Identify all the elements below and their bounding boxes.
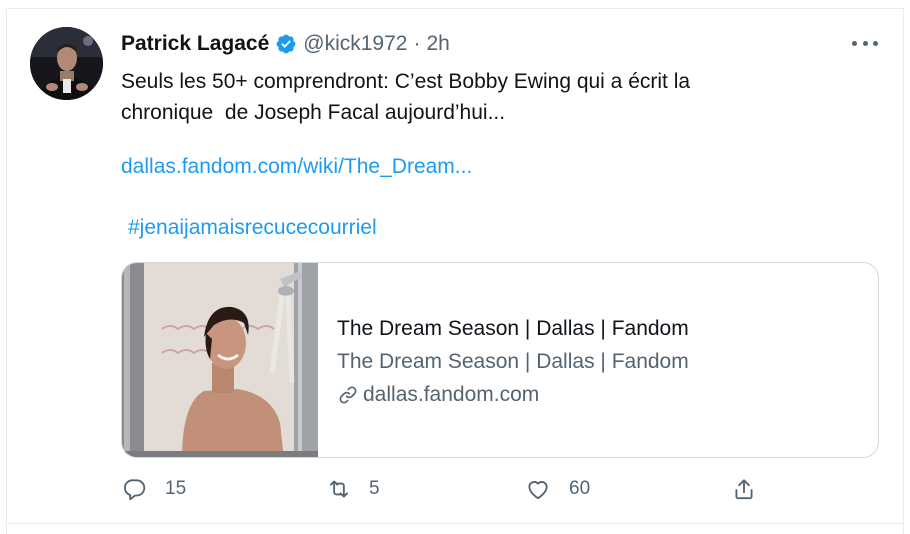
more-dot (873, 40, 878, 46)
author-name[interactable]: Patrick Lagacé (121, 32, 269, 56)
card-thumbnail (122, 263, 318, 457)
tweet-header: Patrick Lagacé @kick1972 · 2h (121, 30, 450, 58)
link-preview-card[interactable]: The Dream Season | Dallas | Fandom The D… (121, 262, 879, 458)
link-icon (339, 386, 357, 404)
card-domain: dallas.fandom.com (337, 383, 539, 407)
hashtag-link[interactable]: #jenaijamaisrecucecourriel (128, 216, 377, 240)
share-button[interactable] (731, 476, 757, 502)
separator-dot: · (413, 32, 421, 55)
action-bar: 15 5 60 (0, 476, 910, 506)
card-domain-text: dallas.fandom.com (363, 383, 540, 406)
tweet-link[interactable]: dallas.fandom.com/wiki/The_Dream... (121, 155, 472, 179)
tweet-text-line: Seuls les 50+ comprendront: C’est Bobby … (121, 70, 691, 93)
divider (6, 523, 904, 524)
reply-count: 15 (165, 478, 187, 499)
more-dot (862, 40, 868, 46)
card-description: The Dream Season | Dallas | Fandom (337, 350, 689, 373)
heart-icon (528, 481, 548, 500)
card-title: The Dream Season | Dallas | Fandom (337, 317, 689, 340)
author-handle[interactable]: @kick1972 (303, 32, 407, 56)
reply-button[interactable]: 15 (121, 476, 186, 502)
more-dot (852, 40, 857, 46)
reply-icon (123, 479, 146, 501)
like-button[interactable]: 60 (525, 476, 590, 502)
retweet-count: 5 (369, 478, 380, 499)
more-dots-icon[interactable] (852, 32, 878, 54)
verified-badge-icon (276, 34, 296, 54)
retweet-icon (329, 480, 349, 498)
timestamp[interactable]: 2h (426, 32, 449, 56)
tweet-text-line: chronique de Joseph Facal aujourd’hui... (121, 101, 506, 124)
share-icon (735, 479, 753, 500)
retweet-button[interactable]: 5 (325, 476, 380, 502)
avatar[interactable] (30, 27, 103, 100)
tweet-text: Seuls les 50+ comprendront: C’est Bobby … (121, 66, 841, 128)
like-count: 60 (569, 478, 591, 499)
